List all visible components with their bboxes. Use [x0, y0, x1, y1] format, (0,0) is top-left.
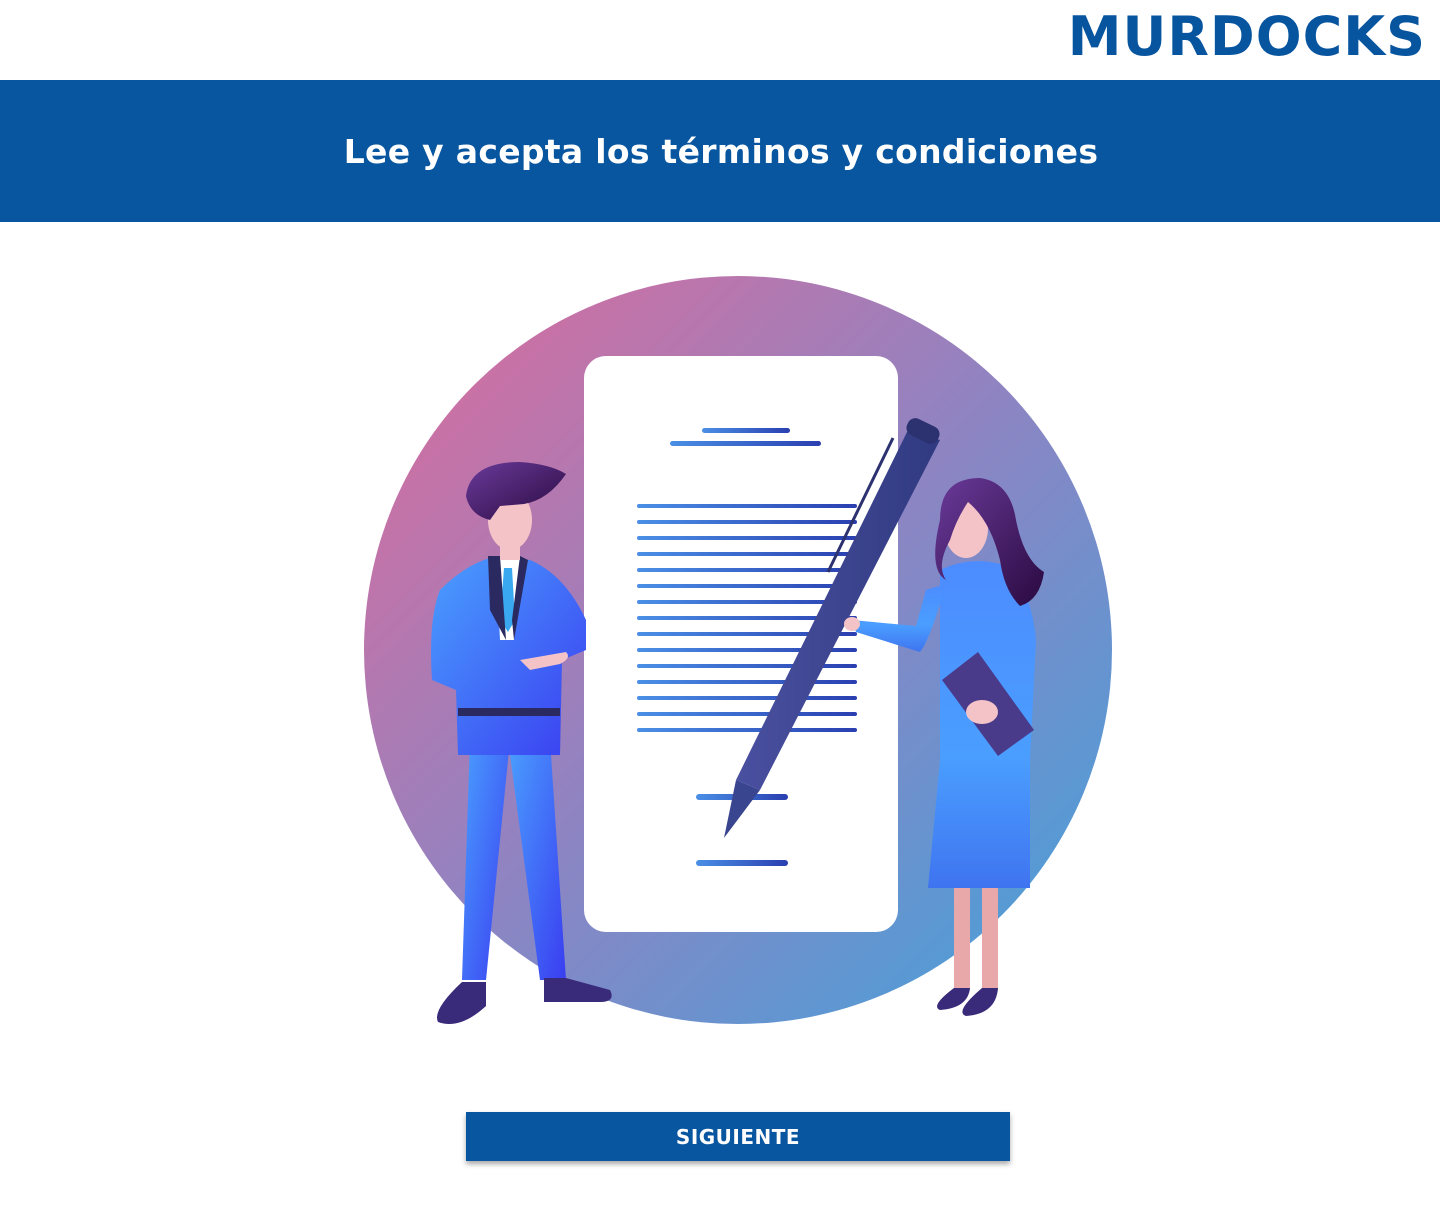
- page-title: Lee y acepta los términos y condiciones: [343, 131, 1099, 171]
- next-button[interactable]: SIGUIENTE: [466, 1112, 1010, 1161]
- contract-signing-illustration-icon: [0, 222, 1440, 1052]
- murdocks-logo: MURDOCKS: [1067, 5, 1426, 68]
- title-banner: Lee y acepta los términos y condiciones: [0, 80, 1440, 222]
